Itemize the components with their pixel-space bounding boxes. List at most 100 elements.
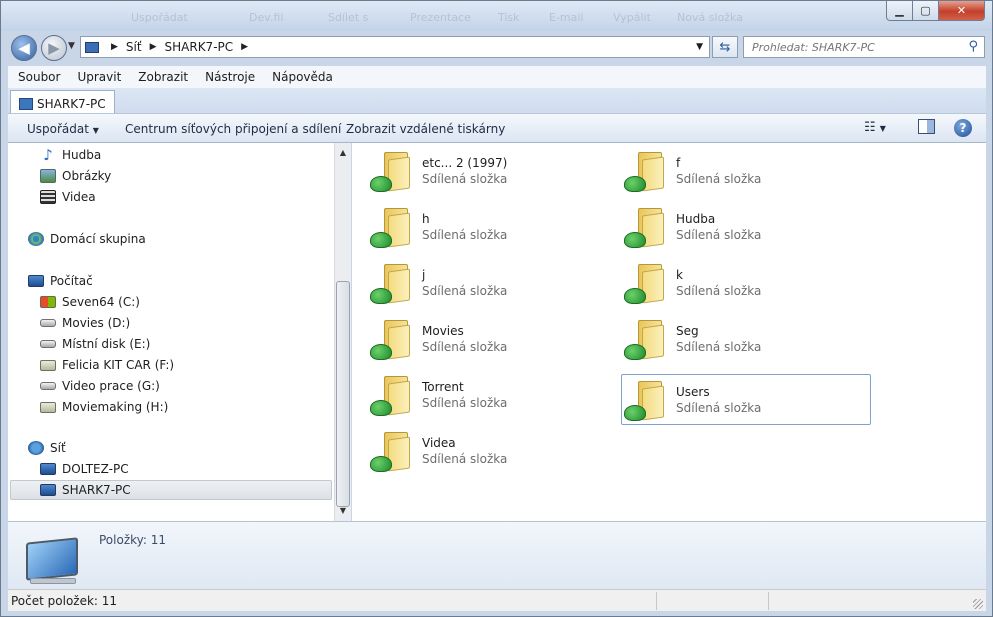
search-box[interactable]: ⚲ <box>743 36 985 58</box>
ghost-toolbar-item: Sdílet s <box>328 11 369 24</box>
shared-folder-icon <box>368 204 414 250</box>
search-input[interactable] <box>744 37 954 57</box>
details-pane: Položky: 11 <box>8 521 986 589</box>
sidebar-item-drive-c[interactable]: Seven64 (C:) <box>40 292 140 312</box>
shared-folder-item[interactable]: Hudba Sdílená složka <box>622 202 870 252</box>
forward-button[interactable]: ▶ <box>41 35 67 61</box>
sidebar-item-label: Místní disk (E:) <box>62 337 151 351</box>
change-view-button[interactable]: ☷ ▼ <box>864 120 886 135</box>
address-history-dropdown-icon[interactable]: ▼ <box>696 42 703 52</box>
network-icon <box>28 441 44 455</box>
computer-base <box>30 578 76 584</box>
breadcrumb-network[interactable]: Síť <box>126 40 142 54</box>
folder-type: Sdílená složka <box>676 228 762 242</box>
folder-type: Sdílená složka <box>422 396 508 410</box>
shared-folder-item[interactable]: Videa Sdílená složka <box>368 426 616 476</box>
sidebar-item-drive-e[interactable]: Místní disk (E:) <box>40 334 150 354</box>
removable-drive-icon <box>40 401 56 413</box>
video-icon <box>40 190 56 204</box>
shared-folder-icon <box>622 316 668 362</box>
sidebar-item-doltez-pc[interactable]: DOLTEZ-PC <box>40 459 129 479</box>
navigation-scrollbar[interactable]: ▲ ▼ <box>334 143 351 521</box>
shared-folder-item[interactable]: Torrent Sdílená složka <box>368 370 616 420</box>
menu-edit[interactable]: Upravit <box>67 66 128 88</box>
shared-folder-item[interactable]: etc... 2 (1997) Sdílená složka <box>368 146 616 196</box>
help-button[interactable]: ? <box>954 119 972 137</box>
status-divider <box>768 592 769 610</box>
folder-type: Sdílená složka <box>422 284 508 298</box>
sidebar-item-network[interactable]: Síť <box>28 438 66 458</box>
network-computer-icon <box>85 41 99 53</box>
ghost-toolbar-item: Uspořádat <box>131 11 188 24</box>
chevron-down-icon: ▼ <box>879 124 886 133</box>
scroll-up-icon[interactable]: ▲ <box>335 145 351 161</box>
sidebar-item-drive-d[interactable]: Movies (D:) <box>40 313 130 333</box>
maximize-button[interactable]: ▢ <box>912 1 939 21</box>
scrollbar-thumb[interactable] <box>336 281 350 507</box>
sidebar-item-drive-h[interactable]: Moviemaking (H:) <box>40 397 168 417</box>
shared-folder-item[interactable]: j Sdílená složka <box>368 258 616 308</box>
tab-shark7-pc[interactable]: SHARK7-PC <box>10 90 115 113</box>
navigation-pane: ♪ Hudba Obrázky Videa Domácí skupina Počí… <box>8 143 334 521</box>
ghost-toolbar-item: E-mail <box>549 11 584 24</box>
shared-folder-item-selected[interactable]: Users Sdílená složka <box>621 374 871 425</box>
resize-grip-icon[interactable] <box>973 599 983 609</box>
breadcrumb-separator-icon[interactable]: ▶ <box>111 42 118 52</box>
drive-icon <box>40 382 56 390</box>
sidebar-item-pictures[interactable]: Obrázky <box>40 166 111 186</box>
shared-folder-item[interactable]: h Sdílená složka <box>368 202 616 252</box>
sidebar-item-homegroup[interactable]: Domácí skupina <box>28 229 146 249</box>
network-center-button[interactable]: Centrum síťových připojení a sdílení <box>125 122 341 136</box>
sidebar-item-computer[interactable]: Počítač <box>28 271 93 291</box>
shared-folder-item[interactable]: k Sdílená složka <box>622 258 870 308</box>
ghost-toolbar-item: Prezentace <box>410 11 471 24</box>
organize-button[interactable]: Uspořádat ▼ <box>27 122 99 136</box>
shared-folder-icon <box>368 372 414 418</box>
preview-pane-button[interactable] <box>918 119 935 134</box>
minimize-button[interactable]: ▁ <box>886 1 913 21</box>
ghost-toolbar-item: Tisk <box>498 11 520 24</box>
breadcrumb-separator-icon[interactable]: ▶ <box>241 42 248 52</box>
recent-pages-dropdown-icon[interactable]: ▼ <box>68 41 75 51</box>
sidebar-item-music[interactable]: ♪ Hudba <box>40 145 101 165</box>
arrow-left-icon: ◀ <box>18 39 30 57</box>
shared-folder-item[interactable]: Seg Sdílená složka <box>622 314 870 364</box>
shared-folder-icon <box>368 428 414 474</box>
folder-name: Seg <box>676 324 699 338</box>
tab-label: SHARK7-PC <box>37 96 106 111</box>
menu-bar: Soubor Upravit Zobrazit Nástroje Nápověd… <box>8 66 986 88</box>
back-button[interactable]: ◀ <box>11 35 37 61</box>
close-button[interactable]: ✕ <box>938 1 985 21</box>
sidebar-item-label: SHARK7-PC <box>62 483 131 497</box>
menu-tools[interactable]: Nástroje <box>195 66 262 88</box>
menu-help[interactable]: Nápověda <box>262 66 340 88</box>
breadcrumb-separator-icon[interactable]: ▶ <box>150 42 157 52</box>
folder-type: Sdílená složka <box>676 340 762 354</box>
shared-folder-item[interactable]: Movies Sdílená složka <box>368 314 616 364</box>
breadcrumb-shark7-pc[interactable]: SHARK7-PC <box>165 40 234 54</box>
folder-name: k <box>676 268 683 282</box>
menu-file[interactable]: Soubor <box>8 66 67 88</box>
menu-view[interactable]: Zobrazit <box>128 66 195 88</box>
address-bar[interactable]: ▶ Síť ▶ SHARK7-PC ▶ ▼ <box>80 36 710 58</box>
file-list: etc... 2 (1997) Sdílená složka f Sdílená s… <box>352 143 986 521</box>
removable-drive-icon <box>40 359 56 371</box>
item-count: Položky: 11 <box>99 533 167 547</box>
scroll-down-icon[interactable]: ▼ <box>335 503 351 519</box>
sidebar-item-drive-g[interactable]: Video prace (G:) <box>40 376 160 396</box>
folder-name: f <box>676 156 681 170</box>
refresh-button[interactable]: ⇆ <box>712 36 738 58</box>
sidebar-item-videos[interactable]: Videa <box>40 187 96 207</box>
sidebar-item-drive-f[interactable]: Felicia KIT CAR (F:) <box>40 355 174 375</box>
search-icon[interactable]: ⚲ <box>968 39 978 54</box>
sidebar-item-label: Domácí skupina <box>50 232 146 246</box>
network-computer-icon <box>40 484 56 496</box>
sidebar-item-shark7-pc[interactable]: SHARK7-PC <box>10 480 332 500</box>
shared-folder-item[interactable]: f Sdílená složka <box>622 146 870 196</box>
sidebar-item-label: Obrázky <box>62 169 112 183</box>
status-text: Počet položek: 11 <box>11 594 118 608</box>
title-bar[interactable]: Uspořádat Dev.fil Sdílet s Prezentace Ti… <box>1 1 992 31</box>
remote-printers-button[interactable]: Zobrazit vzdálené tiskárny <box>346 122 505 136</box>
computer-icon <box>28 275 44 287</box>
drive-icon <box>40 340 56 348</box>
